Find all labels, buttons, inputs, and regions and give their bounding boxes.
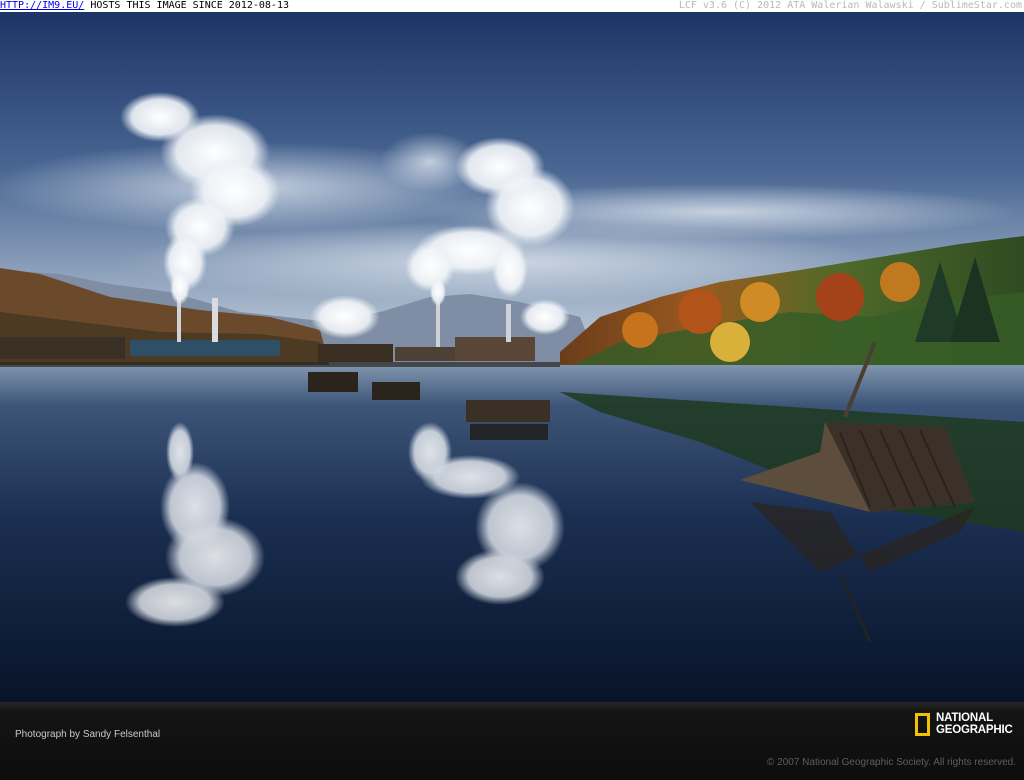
mill-building bbox=[318, 344, 393, 362]
national-geographic-logo: NATIONAL GEOGRAPHIC bbox=[915, 712, 1013, 736]
landscape-photo bbox=[0, 12, 1024, 702]
shoreline bbox=[0, 362, 560, 367]
yellow-border-icon bbox=[915, 712, 930, 736]
tree-foliage bbox=[816, 273, 864, 321]
logo-line-2: GEOGRAPHIC bbox=[936, 724, 1013, 736]
log-crib bbox=[372, 382, 420, 400]
smokestack bbox=[506, 304, 511, 342]
logo-line-1: NATIONAL bbox=[936, 712, 993, 724]
mill-building bbox=[130, 340, 280, 356]
photo-footer: Photograph by Sandy Felsenthal NATIONAL … bbox=[0, 702, 1024, 780]
mill-building bbox=[395, 347, 455, 361]
tree-foliage bbox=[678, 290, 722, 334]
tree-foliage bbox=[740, 282, 780, 322]
mill-building bbox=[0, 337, 125, 359]
log-crib bbox=[308, 372, 358, 392]
tree-foliage bbox=[622, 312, 658, 348]
photo-scene bbox=[0, 12, 1024, 702]
host-banner: HTTP://IM9.EU/ HOSTS THIS IMAGE SINCE 20… bbox=[0, 0, 1024, 12]
log-crib bbox=[466, 400, 550, 422]
log-crib-reflection bbox=[470, 424, 548, 440]
smokestack bbox=[212, 298, 218, 342]
mill-building bbox=[455, 337, 535, 361]
smokestack bbox=[436, 302, 440, 347]
tree-foliage bbox=[880, 262, 920, 302]
host-text: HOSTS THIS IMAGE SINCE 2012-08-13 bbox=[84, 0, 289, 11]
host-link[interactable]: HTTP://IM9.EU/ bbox=[0, 0, 84, 11]
tree-foliage bbox=[710, 322, 750, 362]
host-credit: LCF v3.6 (C) 2012 ATA Walerian Walawski … bbox=[678, 0, 1022, 11]
copyright-notice: © 2007 National Geographic Society. All … bbox=[767, 757, 1016, 768]
photo-credit: Photograph by Sandy Felsenthal bbox=[15, 729, 161, 740]
